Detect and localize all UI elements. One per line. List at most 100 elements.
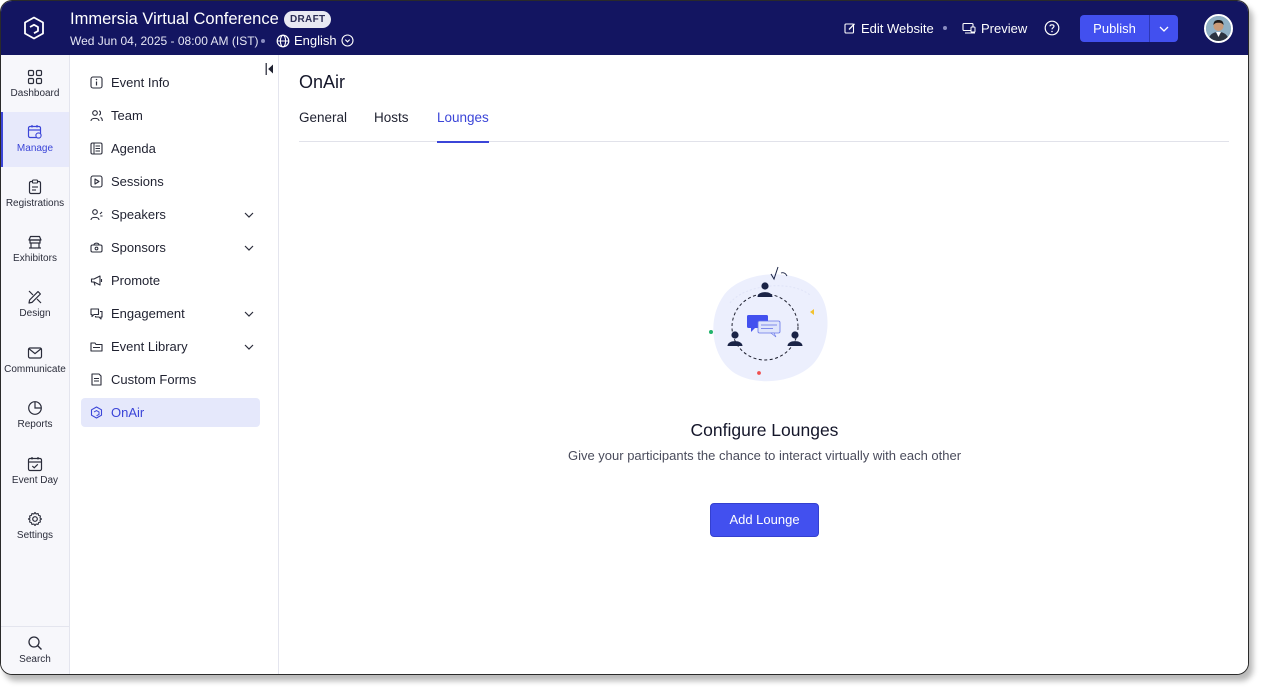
add-lounge-button[interactable]: Add Lounge	[710, 503, 819, 537]
chat-icon	[89, 308, 103, 320]
subnav-item-label: Promote	[111, 273, 161, 288]
subnav-item-label: Event Info	[111, 75, 170, 90]
app-logo-icon[interactable]	[23, 16, 45, 40]
publish-button[interactable]: Publish	[1080, 15, 1150, 42]
edit-website-button[interactable]: Edit Website	[844, 19, 934, 37]
globe-icon	[276, 34, 290, 47]
rail-item-label: Event Day	[11, 475, 59, 486]
avatar-image	[1206, 16, 1231, 41]
subnav-item-agenda[interactable]: Agenda	[81, 134, 260, 163]
language-selector[interactable]: English	[276, 32, 354, 49]
preview-label: Preview	[981, 20, 1028, 36]
help-icon[interactable]	[1044, 20, 1060, 36]
chevron-down-icon	[341, 34, 354, 47]
subnav-item-label: Agenda	[111, 141, 156, 156]
megaphone-icon	[90, 275, 102, 286]
preview-button[interactable]: Preview	[962, 19, 1027, 37]
info-icon	[89, 76, 103, 89]
subnav-item-label: Custom Forms	[111, 372, 197, 387]
empty-state-description: Give your participants the chance to int…	[567, 448, 962, 463]
subnav-item-speakers[interactable]: Speakers	[81, 200, 260, 229]
rail-item-design[interactable]: Design	[1, 277, 69, 332]
separator-dot	[261, 39, 265, 43]
collapse-sidebar-icon[interactable]	[265, 63, 275, 75]
tab-general[interactable]: General	[299, 110, 347, 142]
rail-item-label: Exhibitors	[13, 253, 57, 264]
subnav-item-label: Event Library	[111, 339, 188, 354]
form-icon	[90, 373, 102, 386]
speaker-icon	[89, 209, 102, 221]
rail-item-settings[interactable]: Settings	[1, 499, 69, 554]
status-badge: DRAFT	[284, 11, 332, 28]
sponsor-icon	[89, 242, 103, 253]
design-icon	[28, 290, 42, 304]
edit-icon	[844, 23, 855, 34]
main-content: OnAir General Hosts Lounges Configure Lo…	[279, 55, 1248, 674]
calendar-check-icon	[27, 457, 43, 472]
folder-icon	[89, 342, 103, 352]
page-title: OnAir	[299, 72, 346, 92]
rail-item-label: Manage	[16, 143, 54, 154]
rail-item-label: Registrations	[5, 198, 65, 209]
rail-item-label: Design	[19, 308, 51, 319]
chevron-down-icon[interactable]	[244, 245, 254, 251]
tab-lounges[interactable]: Lounges	[437, 110, 489, 143]
rail-item-communicate[interactable]: Communicate	[1, 333, 69, 388]
chevron-down-icon[interactable]	[244, 311, 254, 317]
separator-dot	[943, 26, 947, 30]
subnav-item-onair[interactable]: OnAir	[81, 398, 260, 427]
lounge-illustration	[709, 266, 828, 382]
rail-item-label: Settings	[16, 530, 54, 541]
rail-item-label: Dashboard	[10, 88, 60, 99]
subnav-item-team[interactable]: Team	[81, 101, 260, 130]
rail-item-reports[interactable]: Reports	[1, 388, 69, 443]
rail-item-label: Reports	[17, 419, 53, 430]
subnav-item-label: Team	[111, 108, 143, 123]
subnav-item-label: Speakers	[111, 207, 166, 222]
subnav-item-label: Sponsors	[111, 240, 166, 255]
manage-sub-nav: Event Info Team Agenda Sessions Speakers…	[70, 55, 279, 674]
search-icon	[28, 636, 42, 650]
subnav-item-event-library[interactable]: Event Library	[81, 332, 260, 361]
subnav-item-label: OnAir	[111, 405, 145, 420]
clipboard-icon	[28, 179, 42, 195]
avatar[interactable]	[1204, 14, 1233, 43]
dashboard-icon	[27, 69, 43, 85]
search-label: Search	[19, 654, 51, 665]
onair-icon	[90, 406, 102, 419]
rail-item-exhibitors[interactable]: Exhibitors	[1, 222, 69, 277]
pie-chart-icon	[28, 401, 42, 415]
subnav-item-sponsors[interactable]: Sponsors	[81, 233, 260, 262]
subnav-item-promote[interactable]: Promote	[81, 266, 260, 295]
rail-item-label: Communicate	[4, 364, 66, 375]
chevron-down-icon[interactable]	[244, 212, 254, 218]
preview-icon	[962, 22, 976, 34]
mail-icon	[27, 347, 43, 359]
subnav-item-event-info[interactable]: Event Info	[81, 68, 260, 97]
event-datetime: Wed Jun 04, 2025 - 08:00 AM (IST)	[70, 34, 259, 48]
subnav-item-engagement[interactable]: Engagement	[81, 299, 260, 328]
agenda-icon	[89, 142, 103, 155]
chevron-down-icon	[1159, 26, 1169, 32]
manage-calendar-icon	[27, 125, 42, 139]
publish-button-group: Publish	[1080, 15, 1178, 42]
rail-item-search[interactable]: Search	[1, 626, 69, 674]
tab-hosts[interactable]: Hosts	[374, 110, 409, 142]
rail-item-dashboard[interactable]: Dashboard	[1, 57, 69, 112]
subnav-item-sessions[interactable]: Sessions	[81, 167, 260, 196]
team-icon	[89, 110, 103, 122]
publish-options-button[interactable]	[1150, 15, 1178, 42]
language-label: English	[294, 33, 337, 48]
booth-icon	[28, 235, 42, 249]
rail-item-event-day[interactable]: Event Day	[1, 444, 69, 499]
subnav-item-label: Engagement	[111, 306, 185, 321]
chevron-down-icon[interactable]	[244, 344, 254, 350]
tab-bar: General Hosts Lounges	[299, 110, 1229, 143]
top-header: Immersia Virtual Conference DRAFT Wed Ju…	[1, 1, 1248, 55]
rail-item-registrations[interactable]: Registrations	[1, 167, 69, 222]
subnav-item-custom-forms[interactable]: Custom Forms	[81, 365, 260, 394]
empty-state-title: Configure Lounges	[690, 420, 839, 440]
rail-item-manage[interactable]: Manage	[1, 112, 69, 167]
subnav-item-label: Sessions	[111, 174, 164, 189]
app-window: Immersia Virtual Conference DRAFT Wed Ju…	[0, 0, 1249, 675]
